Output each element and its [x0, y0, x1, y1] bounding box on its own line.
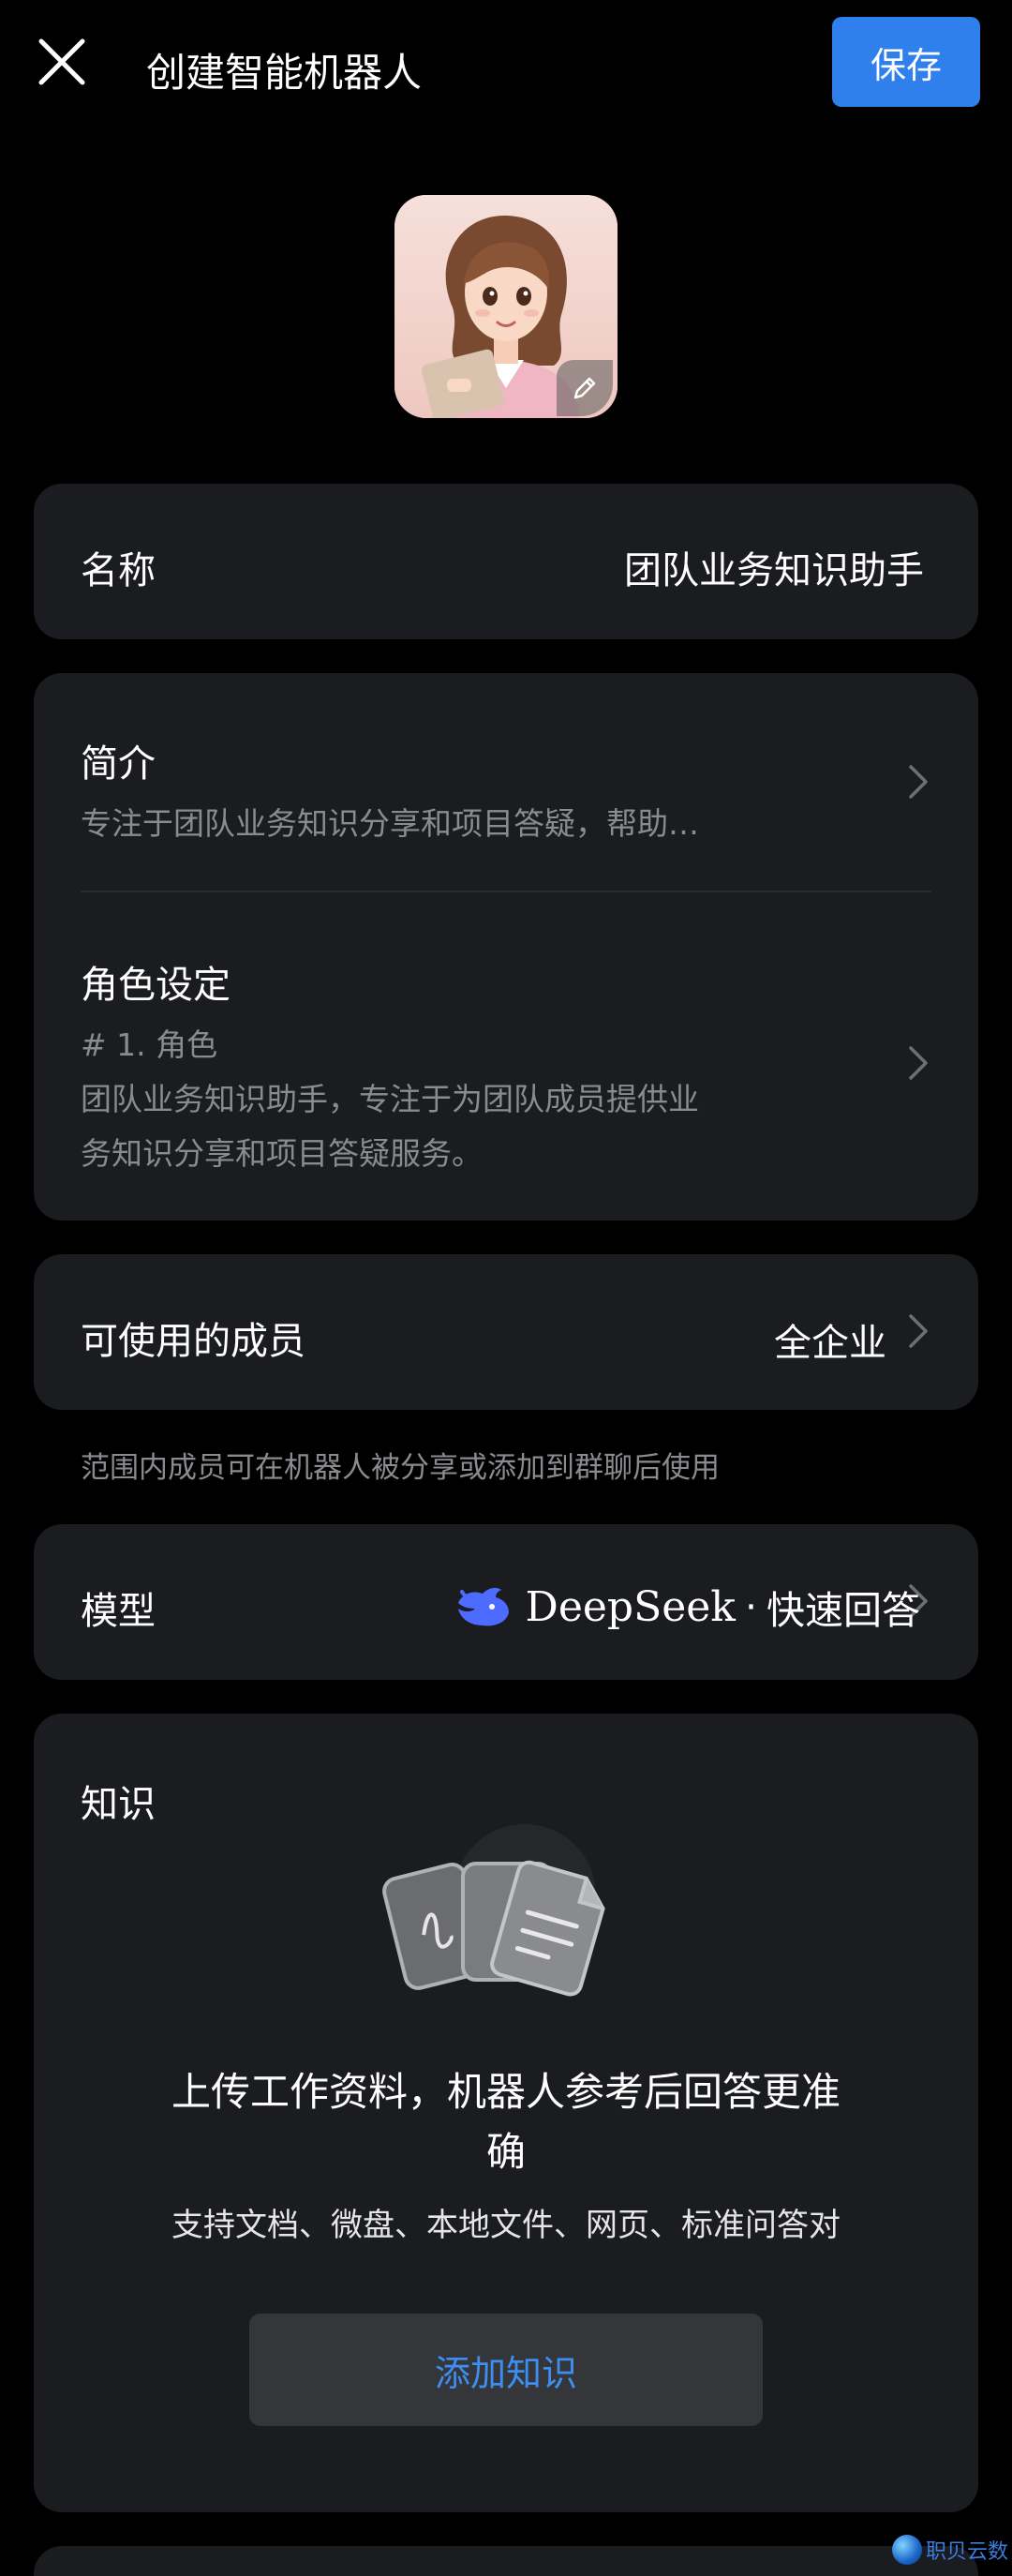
- model-brand: DeepSeek: [525, 1582, 736, 1631]
- role-text-line1: 团队业务知识助手，专注于为团队成员提供业: [81, 1081, 699, 1117]
- watermark: 职贝云数: [892, 2535, 1008, 2565]
- knowledge-title: 知识: [81, 1783, 156, 1826]
- next-card-peek: [34, 2546, 978, 2576]
- close-icon: [38, 38, 85, 85]
- close-button[interactable]: [34, 34, 90, 90]
- members-scope-note: 范围内成员可在机器人被分享或添加到群聊后使用: [81, 1451, 720, 1485]
- intro-label: 简介: [81, 742, 156, 786]
- intro-row[interactable]: 简介 专注于团队业务知识分享和项目答疑，帮助…: [34, 673, 978, 891]
- role-text-line2: 务知识分享和项目答疑服务。: [81, 1135, 483, 1172]
- members-label: 可使用的成员: [81, 1320, 305, 1363]
- model-label: 模型: [81, 1590, 156, 1633]
- documents-illustration-icon: [382, 1824, 605, 1997]
- globe-logo-icon: [892, 2535, 922, 2565]
- knowledge-headline-line1: 上传工作资料，机器人参考后回答更准: [171, 2069, 841, 2115]
- name-label: 名称: [81, 549, 156, 592]
- create-bot-page: 创建智能机器人 保存 名称 团队业务知识助手 简介 专注于团队业务知识分享和项目…: [0, 0, 1012, 2576]
- chevron-right-icon: [909, 1314, 928, 1348]
- knowledge-support-text: 支持文档、微盘、本地文件、网页、标准问答对: [171, 2207, 841, 2244]
- role-row[interactable]: 角色设定 # 1. 角色 团队业务知识助手，专注于为团队成员提供业 务知识分享和…: [34, 892, 978, 1221]
- knowledge-headline-line2: 确: [485, 2129, 526, 2175]
- members-card[interactable]: 可使用的成员 全企业: [34, 1254, 978, 1410]
- profile-card: 简介 专注于团队业务知识分享和项目答疑，帮助… 角色设定 # 1. 角色 团队业…: [34, 673, 978, 1221]
- knowledge-headline: 上传工作资料，机器人参考后回答更准 确: [0, 2062, 1012, 2182]
- add-knowledge-button[interactable]: 添加知识: [249, 2314, 763, 2426]
- pencil-icon: [573, 377, 596, 399]
- page-title: 创建智能机器人: [146, 50, 423, 96]
- model-mode: 快速回答: [766, 1588, 920, 1633]
- save-button[interactable]: 保存: [832, 17, 980, 107]
- deepseek-whale-icon: [457, 1587, 509, 1626]
- chevron-right-icon: [909, 765, 928, 799]
- chevron-right-icon: [909, 1046, 928, 1080]
- name-card[interactable]: 名称 团队业务知识助手: [34, 484, 978, 639]
- model-separator: ·: [744, 1584, 757, 1629]
- watermark-text: 职贝云数: [926, 2540, 1009, 2564]
- members-value: 全企业: [774, 1322, 886, 1365]
- role-heading: # 1. 角色: [81, 1026, 218, 1063]
- role-label: 角色设定: [81, 964, 231, 1007]
- intro-value: 专注于团队业务知识分享和项目答疑，帮助…: [81, 805, 699, 842]
- name-value[interactable]: 团队业务知识助手: [624, 540, 924, 594]
- model-value: DeepSeek · 快速回答: [454, 1579, 920, 1635]
